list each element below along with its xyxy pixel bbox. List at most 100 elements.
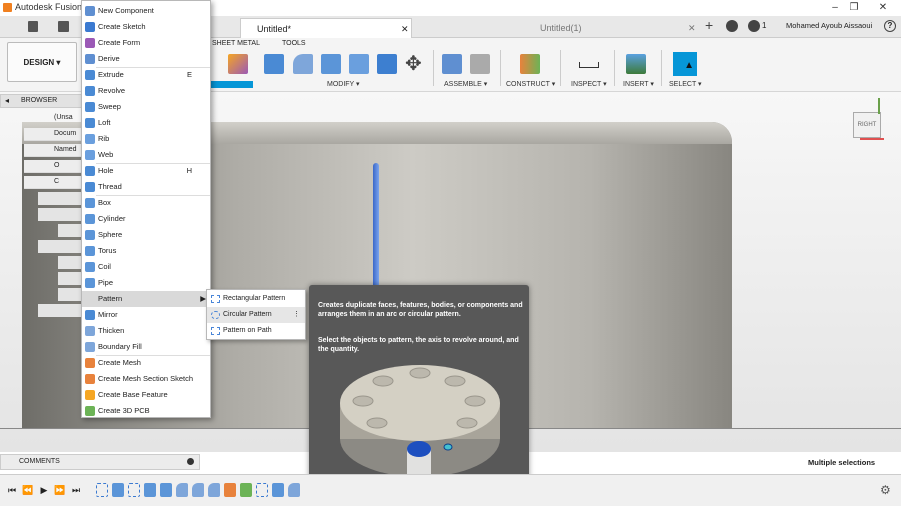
- tree-child-row[interactable]: [38, 240, 82, 253]
- tree-root[interactable]: (Unsa: [24, 112, 82, 125]
- timeline-extrude-icon[interactable]: [144, 483, 156, 497]
- timeline-extrude-icon[interactable]: [272, 483, 284, 497]
- menu-item-create-3d-pcb[interactable]: Create 3D PCB: [82, 403, 210, 419]
- timeline-plane-icon[interactable]: [240, 483, 252, 497]
- tree-component[interactable]: C: [24, 176, 82, 189]
- timeline-fillet-icon[interactable]: [288, 483, 300, 497]
- go-to-end-icon[interactable]: ⏭: [70, 483, 82, 497]
- menu-item-extrude[interactable]: Extrude E: [82, 67, 210, 83]
- modify-menu[interactable]: MODIFY ▾: [327, 80, 360, 88]
- menu-item-create-sketch[interactable]: Create Sketch: [82, 19, 210, 35]
- timeline-fillet-icon[interactable]: [208, 483, 220, 497]
- menu-item-loft[interactable]: Loft: [82, 115, 210, 131]
- tree-child-row[interactable]: [38, 208, 82, 221]
- menu-item-create-mesh-section-sketch[interactable]: Create Mesh Section Sketch: [82, 371, 210, 387]
- move-icon[interactable]: ✥: [405, 51, 422, 76]
- tab-untitled-1[interactable]: Untitled(1) ✕: [524, 18, 702, 38]
- menu-item-create-mesh[interactable]: Create Mesh: [82, 355, 210, 371]
- workspace-switcher[interactable]: DESIGN ▾: [7, 42, 77, 82]
- menu-item-revolve[interactable]: Revolve: [82, 83, 210, 99]
- help-icon[interactable]: ?: [884, 20, 896, 32]
- assemble-menu[interactable]: ASSEMBLE ▾: [444, 80, 487, 88]
- shell-icon[interactable]: [349, 54, 369, 74]
- browser-panel-header[interactable]: BROWSER: [0, 94, 82, 108]
- close-tab-icon[interactable]: ✕: [688, 18, 696, 38]
- maximize-button[interactable]: ❐: [845, 1, 863, 14]
- job-status-icon[interactable]: [726, 20, 738, 32]
- menu-item-new-component[interactable]: New Component: [82, 3, 210, 19]
- rectangular-pattern-item[interactable]: Rectangular Pattern: [207, 291, 305, 307]
- menu-item-create-base-feature[interactable]: Create Base Feature: [82, 387, 210, 403]
- menu-item-rib[interactable]: Rib: [82, 131, 210, 147]
- menu-item-coil[interactable]: Coil: [82, 259, 210, 275]
- tree-child-row[interactable]: [58, 288, 82, 301]
- timeline-settings-icon[interactable]: ⚙: [880, 483, 891, 497]
- step-back-icon[interactable]: ⏪: [22, 483, 34, 497]
- fillet-icon[interactable]: [293, 54, 313, 74]
- tree-named-views[interactable]: Named: [24, 144, 82, 157]
- timeline-extrude-icon[interactable]: [160, 483, 172, 497]
- view-cube[interactable]: RIGHT: [853, 112, 881, 138]
- menu-item-pipe[interactable]: Pipe: [82, 275, 210, 291]
- select-menu[interactable]: SELECT ▾: [669, 80, 702, 88]
- minimize-button[interactable]: –: [826, 1, 844, 14]
- timeline-sketch-icon[interactable]: [256, 483, 268, 497]
- comments-panel[interactable]: COMMENTS: [0, 454, 200, 470]
- tab-sheet-metal[interactable]: SHEET METAL: [212, 40, 260, 47]
- timeline-sketch-icon[interactable]: [128, 483, 140, 497]
- tree-child-row[interactable]: [58, 272, 82, 285]
- timeline-extrude-icon[interactable]: [112, 483, 124, 497]
- menu-item-sphere[interactable]: Sphere: [82, 227, 210, 243]
- tree-child-row[interactable]: [38, 192, 82, 205]
- circular-pattern-item[interactable]: Circular Pattern ⋮: [207, 307, 305, 323]
- selected-axis[interactable]: [373, 163, 379, 291]
- tab-untitled-active[interactable]: Untitled* ✕: [240, 18, 412, 38]
- user-name[interactable]: Mohamed Ayoub Aissaoui: [786, 21, 872, 30]
- save-icon[interactable]: [58, 21, 69, 32]
- offset-plane-icon[interactable]: [520, 54, 540, 74]
- menu-item-thicken[interactable]: Thicken: [82, 323, 210, 339]
- measure-icon[interactable]: [579, 62, 599, 68]
- menu-item-create-form[interactable]: Create Form: [82, 35, 210, 51]
- insert-image-icon[interactable]: [626, 54, 646, 74]
- new-tab-icon[interactable]: +: [705, 17, 713, 33]
- menu-item-thread[interactable]: Thread: [82, 179, 210, 195]
- tree-document-settings[interactable]: Docum: [24, 128, 82, 141]
- tree-child-row[interactable]: [58, 224, 82, 237]
- tree-origin[interactable]: O: [24, 160, 82, 173]
- more-options-icon[interactable]: ⋮: [293, 307, 300, 323]
- menu-item-hole[interactable]: Hole H: [82, 163, 210, 179]
- joint-icon[interactable]: [470, 54, 490, 74]
- play-icon[interactable]: ▶: [38, 483, 50, 497]
- chamfer-icon[interactable]: [321, 54, 341, 74]
- menu-item-boundary-fill[interactable]: Boundary Fill: [82, 339, 210, 355]
- menu-item-cylinder[interactable]: Cylinder: [82, 211, 210, 227]
- menu-item-torus[interactable]: Torus: [82, 243, 210, 259]
- menu-item-web[interactable]: Web: [82, 147, 210, 163]
- pattern-on-path-item[interactable]: Pattern on Path: [207, 323, 305, 339]
- close-button[interactable]: ✕: [874, 1, 892, 14]
- menu-item-box[interactable]: Box: [82, 195, 210, 211]
- select-icon[interactable]: ▲: [673, 52, 697, 76]
- timeline-fillet-icon[interactable]: [176, 483, 188, 497]
- menu-item-pattern[interactable]: Pattern ▶: [82, 291, 210, 307]
- tree-child-row[interactable]: [38, 304, 82, 317]
- go-to-start-icon[interactable]: ⏮: [6, 483, 18, 497]
- file-menu-icon[interactable]: [28, 21, 38, 32]
- step-forward-icon[interactable]: ⏩: [54, 483, 66, 497]
- tree-child-row[interactable]: [58, 256, 82, 269]
- form-tool-icon[interactable]: [228, 54, 248, 74]
- insert-menu[interactable]: INSERT ▾: [623, 80, 654, 88]
- add-comment-icon[interactable]: [187, 458, 194, 465]
- tab-tools[interactable]: TOOLS: [282, 40, 306, 47]
- menu-item-sweep[interactable]: Sweep: [82, 99, 210, 115]
- timeline-sketch-icon[interactable]: [96, 483, 108, 497]
- combine-icon[interactable]: [377, 54, 397, 74]
- press-pull-icon[interactable]: [264, 54, 284, 74]
- new-component-icon[interactable]: [442, 54, 462, 74]
- menu-item-mirror[interactable]: Mirror: [82, 307, 210, 323]
- collapse-icon[interactable]: ◂: [5, 96, 9, 105]
- timeline-fillet-icon[interactable]: [192, 483, 204, 497]
- inspect-menu[interactable]: INSPECT ▾: [571, 80, 607, 88]
- timeline-plane-icon[interactable]: [224, 483, 236, 497]
